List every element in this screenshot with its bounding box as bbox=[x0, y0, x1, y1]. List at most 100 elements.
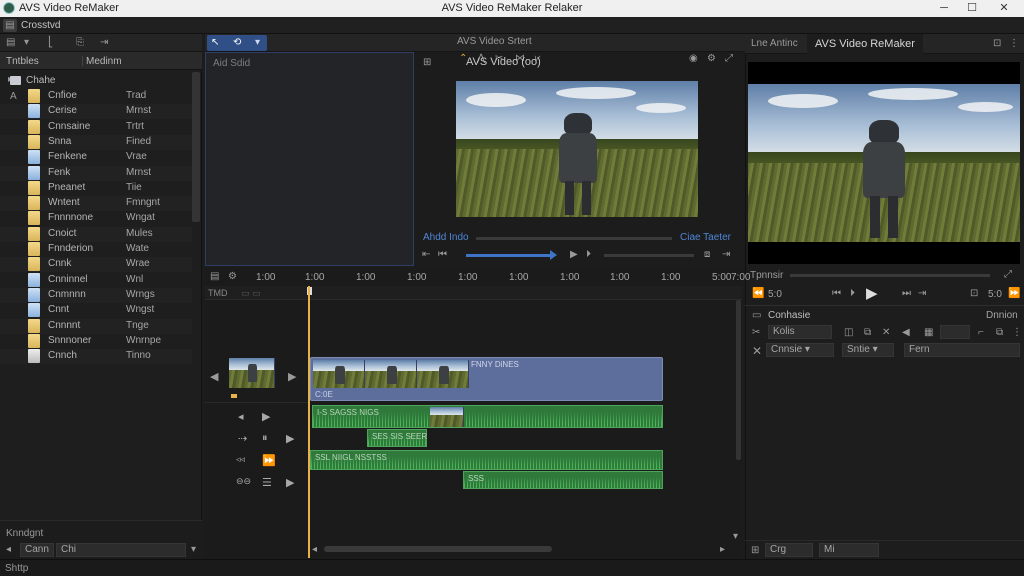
import-icon[interactable]: ⎣ bbox=[48, 36, 53, 50]
close-small-icon[interactable]: ✕ bbox=[752, 344, 762, 358]
settings-icon[interactable]: ⚙ bbox=[707, 52, 716, 66]
skip-end-icon[interactable]: ⇥ bbox=[722, 248, 730, 262]
mute-icon[interactable]: ✕ bbox=[882, 326, 890, 340]
file-list-item[interactable]: Cnnsaine Trtrt bbox=[0, 119, 192, 135]
audio-clip[interactable]: SES SIS SEER bbox=[367, 429, 427, 447]
play-button[interactable]: ▶ bbox=[866, 284, 878, 302]
scroll-right-icon[interactable]: ▸ bbox=[720, 543, 725, 557]
search-input[interactable]: Cann bbox=[20, 543, 54, 557]
file-list-item[interactable]: Wntent Fmngnt bbox=[0, 196, 192, 212]
more-icon[interactable]: ⋮ bbox=[1012, 326, 1022, 340]
file-list-item[interactable]: Fenkene Vrae bbox=[0, 150, 192, 165]
menu-icon[interactable]: ▤ bbox=[3, 19, 17, 32]
panel-menu-icon[interactable]: ⋮ bbox=[1009, 37, 1019, 51]
timeline-settings-icon[interactable]: ⚙ bbox=[228, 270, 237, 284]
column-medium[interactable]: Medinm bbox=[86, 56, 122, 67]
file-list-item[interactable]: Fnnderion Wate bbox=[0, 242, 192, 257]
tag-icon[interactable]: ⊞ bbox=[751, 544, 759, 558]
track-lock-icon[interactable]: ⊖⊖ bbox=[236, 476, 251, 487]
preview-video-frame[interactable] bbox=[456, 81, 698, 217]
chevron-down-icon[interactable]: ▾ bbox=[24, 36, 29, 50]
folder-group-row[interactable]: ▸ Chahe bbox=[0, 73, 192, 88]
file-list-item[interactable]: Snnnoner Wnrnpe bbox=[0, 333, 192, 349]
file-list-item[interactable]: Cnoict Mules bbox=[0, 226, 192, 242]
link-icon[interactable]: ⌐ bbox=[978, 326, 984, 340]
skip-back-icon[interactable]: ⏮ bbox=[438, 248, 447, 262]
chevron-down-icon[interactable]: ▾ bbox=[255, 36, 260, 50]
scroll-down-icon[interactable]: ▾ bbox=[191, 543, 196, 557]
media-list-scrollbar[interactable] bbox=[192, 72, 200, 222]
footer-field-b[interactable]: Mi bbox=[819, 543, 879, 557]
file-list-item[interactable]: Cnnch Tinno bbox=[0, 349, 192, 365]
skip-back-icon[interactable]: ⏮ bbox=[832, 287, 841, 301]
export-icon[interactable]: ⇥ bbox=[100, 36, 108, 50]
rewind-icon[interactable]: ⏪ bbox=[752, 287, 764, 301]
panel-menu-icon[interactable]: ⊞ bbox=[423, 56, 431, 70]
track-list-icon[interactable]: ☰ bbox=[262, 476, 272, 489]
field-fern[interactable]: Fern bbox=[904, 343, 1020, 357]
step-forward-icon[interactable]: ⏵ bbox=[850, 287, 855, 301]
loop-icon[interactable]: ⧈ bbox=[704, 248, 710, 262]
panel-close-icon[interactable]: ⊡ bbox=[993, 37, 1001, 51]
crop-icon[interactable]: ◫ bbox=[844, 326, 853, 340]
lasso-icon[interactable]: ⟲ bbox=[233, 36, 241, 50]
tab-avs-video-remaker[interactable]: AVS Video ReMaker bbox=[807, 34, 923, 54]
file-list-item[interactable]: Snna Fined bbox=[0, 134, 192, 150]
viewer-video-frame[interactable] bbox=[748, 84, 1020, 242]
preview-position-track[interactable] bbox=[476, 237, 672, 240]
timeline-vertical-scrollbar[interactable] bbox=[736, 300, 741, 460]
file-list-item[interactable]: Cnninnel Wnl bbox=[0, 272, 192, 288]
arrow-icon[interactable]: ◂ bbox=[6, 543, 11, 557]
file-list-item[interactable]: Cnnt Wngst bbox=[0, 303, 192, 318]
audio-clip[interactable]: SSS bbox=[463, 471, 663, 489]
prev-frame-icon[interactable]: ⇤ bbox=[422, 248, 430, 262]
eye-icon[interactable]: ◉ bbox=[689, 52, 698, 66]
expand-icon[interactable]: ⤢ bbox=[1004, 268, 1012, 282]
footer-field-a[interactable]: Crg bbox=[765, 543, 813, 557]
next-frame-icon[interactable]: ⏭ bbox=[902, 287, 911, 301]
timeline-horizontal-scrollbar[interactable] bbox=[324, 546, 552, 552]
audio-clip[interactable]: I-S SAGSS NIGS bbox=[312, 405, 663, 428]
track-next-icon[interactable]: ▶ bbox=[288, 370, 296, 384]
copy-icon[interactable]: ⧉ bbox=[996, 326, 1003, 340]
track-thumbnail[interactable] bbox=[229, 358, 275, 388]
video-clip[interactable]: FNNY DiNES C:0E bbox=[310, 357, 663, 401]
scroll-left-icon[interactable]: ◂ bbox=[312, 543, 317, 557]
list-view-icon[interactable]: ▤ bbox=[6, 36, 15, 50]
next-icon[interactable]: ⏵ bbox=[586, 248, 591, 262]
track-expand-icon[interactable]: ▶ bbox=[286, 432, 294, 445]
play-icon[interactable]: ▶ bbox=[570, 248, 578, 262]
column-title[interactable]: Tntbles bbox=[6, 56, 39, 67]
fullscreen-icon[interactable]: ⊡ bbox=[970, 287, 978, 301]
expand-icon[interactable]: ⤢ bbox=[725, 52, 733, 66]
track-audio-play-icon[interactable]: ▶ bbox=[262, 410, 270, 423]
close-button[interactable]: ✕ bbox=[984, 0, 1024, 17]
track-audio-mute-icon[interactable]: ◂ bbox=[238, 410, 244, 423]
forward-icon[interactable]: ⏩ bbox=[1008, 287, 1020, 301]
audio-clip[interactable]: SSL NIIGL NSSTSS bbox=[310, 450, 663, 470]
track-volume-icon[interactable]: ◃◃ bbox=[236, 454, 245, 465]
filter-input[interactable]: Chi bbox=[56, 543, 186, 557]
file-list-item[interactable]: Fnnnnone Wngat bbox=[0, 211, 192, 226]
pointer-icon[interactable]: ↖ bbox=[211, 36, 219, 50]
scroll-down-icon[interactable]: ▾ bbox=[733, 530, 738, 544]
field-kolis[interactable]: Kolis bbox=[768, 325, 832, 339]
track-fast-forward-icon[interactable]: ⏩ bbox=[262, 454, 276, 467]
dropdown-sntie[interactable]: Sntie ▾ bbox=[842, 343, 894, 357]
track-prev-icon[interactable]: ◀ bbox=[210, 370, 218, 384]
file-list-item[interactable]: Fenk Mrnst bbox=[0, 165, 192, 181]
file-list-item[interactable]: Cnnk Wrae bbox=[0, 257, 192, 273]
volume-icon[interactable]: ◀ bbox=[902, 326, 910, 340]
track-pause-icon[interactable]: ⏸ bbox=[262, 432, 268, 445]
dropdown-cnnsie[interactable]: Cnnsie ▾ bbox=[766, 343, 834, 357]
file-list-item[interactable]: Cerise Mrnst bbox=[0, 104, 192, 120]
ruler-ticks-row[interactable]: TMD ▭ ▭ bbox=[205, 286, 742, 300]
file-list-item[interactable]: Cnfioe Trad bbox=[0, 89, 192, 104]
tab-live-action[interactable]: Lne Antinc bbox=[751, 38, 798, 49]
page-icon[interactable]: ⎘ bbox=[76, 36, 84, 50]
track-forward-icon[interactable]: ⇢ bbox=[238, 432, 247, 445]
preview-progress[interactable] bbox=[466, 254, 554, 257]
cut-icon[interactable]: ✂ bbox=[752, 326, 760, 340]
playhead[interactable] bbox=[308, 286, 310, 558]
viewer-position-track[interactable] bbox=[790, 274, 990, 277]
